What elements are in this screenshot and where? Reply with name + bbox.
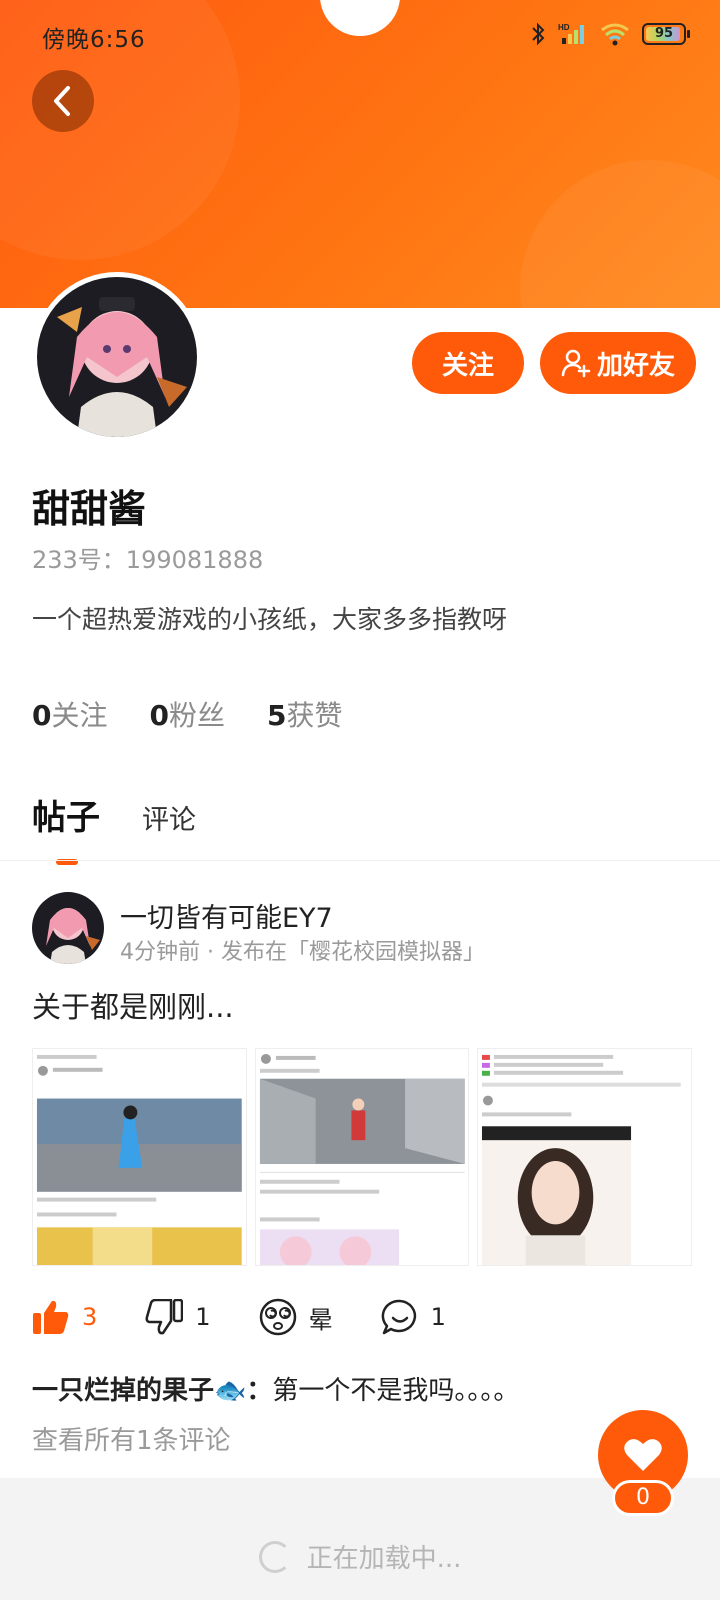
add-user-icon — [561, 349, 591, 378]
comment-bubble-icon — [381, 1299, 416, 1335]
status-time: 傍晚6:56 — [42, 27, 146, 53]
stat-label: 获赞 — [286, 699, 343, 732]
thumbs-up-icon — [33, 1300, 69, 1334]
bluetooth-icon — [532, 22, 545, 46]
loading-text: 正在加载中... — [306, 1544, 462, 1574]
follow-button[interactable]: 关注 — [412, 332, 524, 394]
banner-decoration — [520, 160, 720, 308]
follow-button-label: 关注 — [441, 350, 494, 381]
comment-preview[interactable]: 一只烂掉的果子🐟：第一个不是我吗。。。。 — [32, 1370, 519, 1407]
dizzy-label: 晕 — [308, 1305, 333, 1334]
status-bar: 傍晚6:56 HD 95 — [0, 0, 720, 70]
like-button[interactable]: 3 — [32, 1299, 97, 1335]
add-friend-label: 加好友 — [596, 350, 675, 381]
svg-text:HD: HD — [558, 23, 570, 32]
loading-indicator: 正在加载中... — [0, 1538, 720, 1575]
dislike-count: 1 — [195, 1303, 211, 1331]
like-count: 3 — [82, 1303, 98, 1331]
profile-avatar[interactable] — [32, 272, 202, 442]
post-image[interactable] — [32, 1048, 247, 1266]
chevron-left-icon — [54, 86, 70, 116]
tab-divider — [0, 860, 720, 861]
stat-following[interactable]: 0关注 — [32, 694, 108, 734]
comment-button[interactable]: 1 — [381, 1298, 446, 1336]
comment-user: 一只烂掉的果子🐟： — [32, 1376, 273, 1406]
post-image[interactable] — [254, 1048, 470, 1266]
stat-label: 粉丝 — [168, 699, 225, 732]
profile-stats: 0关注 0粉丝 5获赞 — [32, 694, 343, 734]
dizzy-button[interactable]: 晕 — [259, 1298, 333, 1336]
avatar-image — [37, 277, 197, 437]
dislike-button[interactable]: 1 — [145, 1299, 211, 1335]
stat-fans[interactable]: 0粉丝 — [150, 694, 226, 734]
profile-id[interactable]: 233号：199081888 — [32, 540, 263, 575]
post-author-avatar[interactable] — [32, 892, 104, 964]
stat-likes[interactable]: 5获赞 — [267, 694, 343, 734]
comment-count: 1 — [430, 1303, 446, 1331]
view-all-comments-link[interactable]: 查看所有1条评论 — [32, 1420, 231, 1457]
comment-text: 第一个不是我吗。。。。 — [272, 1376, 520, 1406]
post-meta: 4分钟前 · 发布在「樱花校园模拟器」 — [120, 940, 485, 965]
tab-posts[interactable]: 帖子 — [32, 790, 100, 865]
avatar-image — [32, 892, 104, 964]
tab-comments[interactable]: 评论 — [142, 798, 196, 839]
heart-icon — [624, 1439, 662, 1471]
post-images — [32, 1048, 693, 1266]
profile-bio: 一个超热爱游戏的小孩纸，大家多多指教呀 — [32, 605, 508, 634]
profile-name: 甜甜酱 — [32, 487, 147, 531]
stat-count: 0 — [149, 699, 169, 732]
back-button[interactable] — [32, 70, 94, 132]
stat-count: 0 — [32, 699, 52, 732]
stat-label: 关注 — [51, 699, 108, 732]
battery-level: 95 — [654, 26, 674, 41]
loading-spinner-icon — [258, 1540, 291, 1573]
battery-icon: 95 — [642, 23, 690, 45]
floating-like-count: 0 — [612, 1480, 674, 1516]
post-image[interactable] — [477, 1048, 693, 1266]
dizzy-face-icon — [259, 1298, 296, 1336]
signal-icon: HD — [558, 23, 584, 44]
post-title[interactable]: 关于都是刚刚... — [32, 984, 234, 1026]
add-friend-button[interactable]: 加好友 — [540, 332, 696, 394]
profile-tabs: 帖子 评论 — [32, 790, 196, 865]
stat-count: 5 — [267, 699, 287, 732]
status-icons: HD 95 — [530, 22, 690, 46]
wifi-icon — [601, 23, 629, 46]
post-author-name[interactable]: 一切皆有可能EY7 — [120, 896, 333, 935]
post-actions: 3 1 晕 1 — [32, 1298, 494, 1336]
thumbs-down-icon — [145, 1299, 184, 1335]
